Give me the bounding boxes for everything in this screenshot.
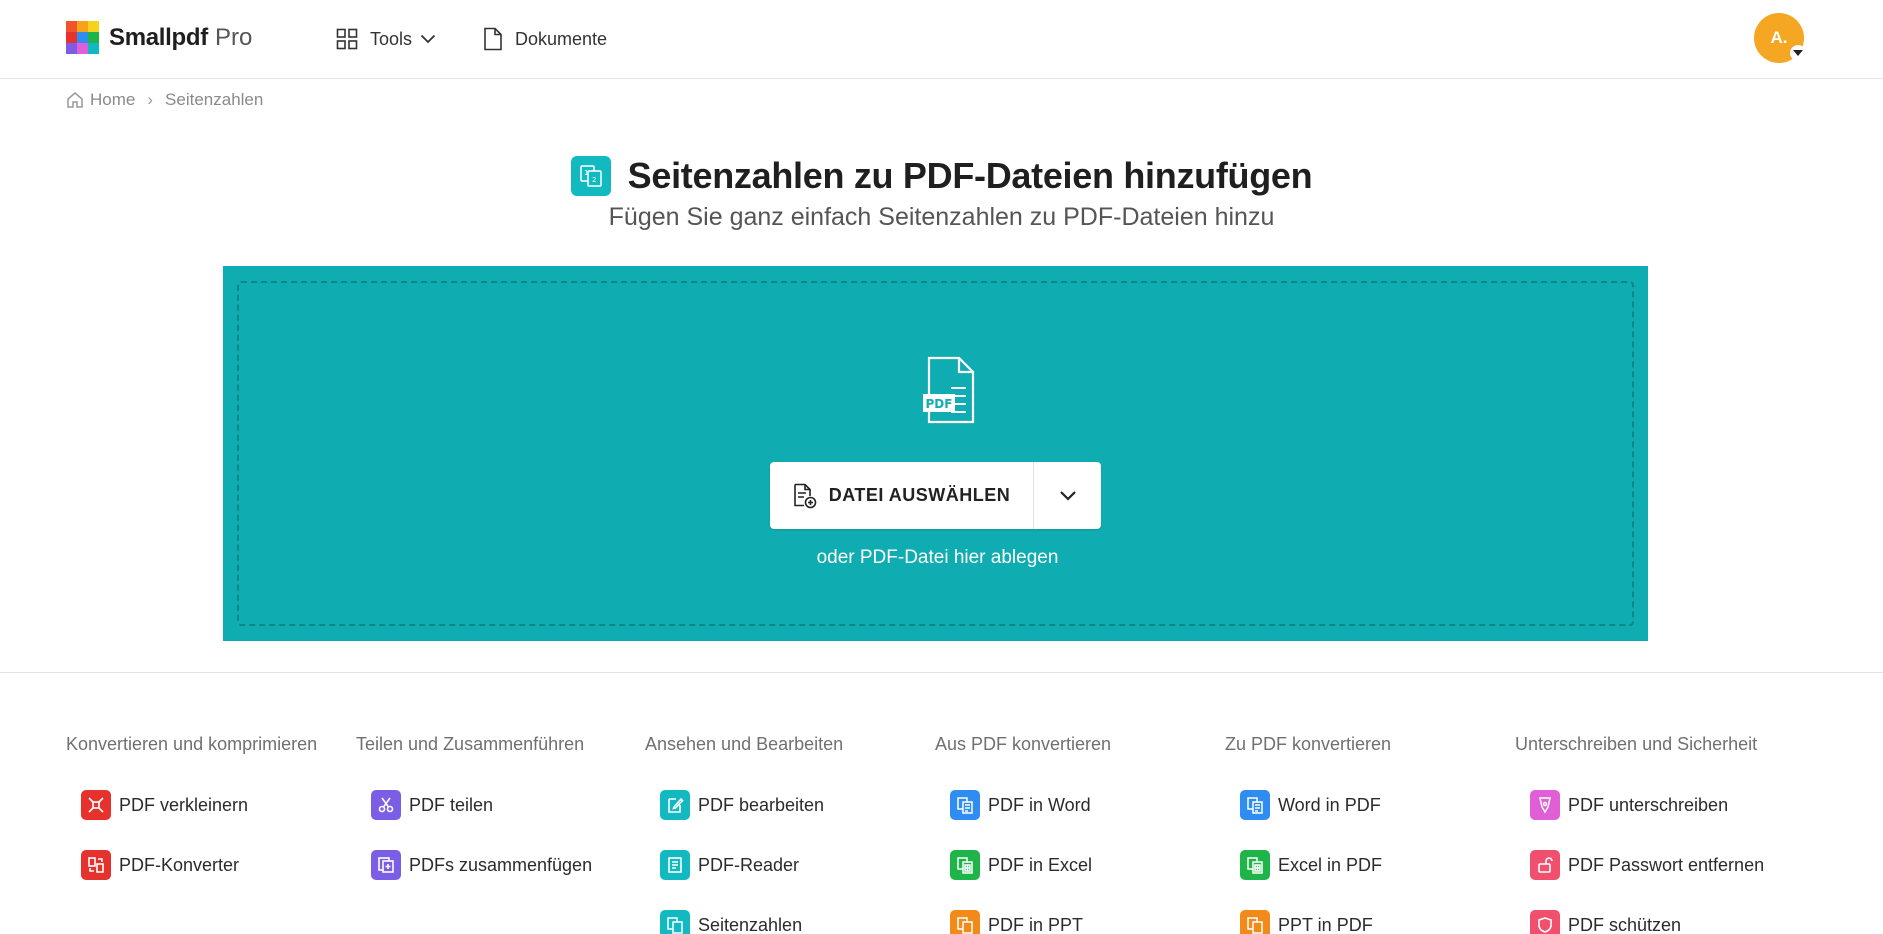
category-title: Aus PDF konvertieren [935,734,1112,754]
logo-name: Smallpdf [109,23,208,51]
tool-label: PDF verkleinern [119,794,249,815]
tool-link-excel-to-pdf[interactable]: Excel in PDF [1240,850,1382,880]
page-title: Seitenzahlen zu PDF-Dateien hinzufügen [627,155,1313,196]
upload-options-dropdown[interactable] [1034,462,1101,529]
tool-label: Word in PDF [1278,794,1381,815]
breadcrumb-home-link[interactable]: Home [90,90,135,110]
tool-link-compress[interactable]: PDF verkleinern [81,790,248,820]
tool-label: PDF-Konverter [119,854,240,875]
logo-icon [66,21,99,54]
document-icon [484,27,502,51]
svg-text:1: 1 [584,169,588,177]
edit-icon [660,790,690,820]
avatar-initials: A. [1770,28,1788,47]
ppt-icon [950,910,980,934]
page-heading: 1 2 Seitenzahlen zu PDF-Dateien hinzufüg… [0,155,1883,197]
svg-text:2: 2 [592,176,596,184]
tool-label: PPT in PDF [1278,914,1373,934]
category-convert-compress: Konvertieren und komprimieren PDF verkle… [66,732,356,880]
compress-icon [81,790,111,820]
tool-label: PDF-Reader [698,854,800,875]
drop-hint-text: oder PDF-Datei hier ablegen [816,547,1059,568]
tool-label: PDF in Word [988,794,1091,815]
category-from-pdf: Aus PDF konvertieren PDF in Word PDF in … [935,732,1225,934]
tool-label: PDF Passwort entfernen [1568,854,1765,875]
word-icon [1240,790,1270,820]
grid-icon [336,28,358,50]
tool-label: Excel in PDF [1278,854,1383,875]
tool-link-protect[interactable]: PDF schützen [1530,910,1681,934]
tool-link-word-to-pdf[interactable]: Word in PDF [1240,790,1381,820]
category-title: Teilen und Zusammenführen [356,734,585,754]
add-file-icon [793,483,817,508]
page-numbers-icon [660,910,690,934]
tool-label: PDF in PPT [988,914,1084,934]
choose-file-button-group: DATEI AUSWÄHLEN [770,462,1101,529]
tool-label: PDF teilen [409,794,494,815]
logo-suffix: Pro [214,23,253,51]
word-icon [950,790,980,820]
documents-link-label: Dokumente [515,28,608,49]
tools-menu-label: Tools [370,28,413,49]
tool-label: PDF unterschreiben [1568,794,1729,815]
tool-label: Seitenzahlen [698,914,803,934]
documents-link[interactable]: Dokumente [483,24,607,54]
breadcrumb-separator: › [147,90,154,109]
tools-menu[interactable]: Tools [336,24,436,54]
choose-file-label: DATEI AUSWÄHLEN [828,485,1011,505]
user-avatar-menu[interactable]: A. [1754,13,1806,63]
category-title: Ansehen und Bearbeiten [645,734,844,754]
reader-icon [660,850,690,880]
tool-label: PDF bearbeiten [698,794,825,815]
convert-icon [81,850,111,880]
tool-label: PDF schützen [1568,914,1682,934]
section-divider [0,672,1883,673]
page-subtitle: Fügen Sie ganz einfach Seitenzahlen zu P… [608,203,1275,231]
excel-icon [950,850,980,880]
tool-link-sign[interactable]: PDF unterschreiben [1530,790,1728,820]
ppt-icon [1240,910,1270,934]
upload-panel: PDF DATEI AUSWÄHLEN oder PDF-Datei hier … [223,266,1648,641]
shield-icon [1530,910,1560,934]
page-numbers-icon: 1 2 [570,156,611,196]
merge-icon [371,850,401,880]
pdf-file-icon: PDF [923,356,975,424]
tool-link-edit[interactable]: PDF bearbeiten [660,790,824,820]
category-sign-security: Unterschreiben und Sicherheit PDF unters… [1515,732,1805,934]
tool-link-reader[interactable]: PDF-Reader [660,850,799,880]
unlock-icon [1530,850,1560,880]
top-navigation-bar: Smallpdf Pro Tools Dokumente A. [0,0,1883,79]
caret-down-icon [1790,45,1806,61]
excel-icon [1240,850,1270,880]
category-view-edit: Ansehen und Bearbeiten PDF bearbeiten PD… [645,732,935,934]
tool-link-pdf-to-excel[interactable]: PDF in Excel [950,850,1092,880]
smallpdf-logo[interactable]: Smallpdf Pro [66,21,252,54]
sign-icon [1530,790,1560,820]
tool-label: PDF in Excel [988,854,1093,875]
tool-link-merge[interactable]: PDFs zusammenfügen [371,850,592,880]
pdf-icon-label: PDF [926,397,953,411]
tool-link-ppt-to-pdf[interactable]: PPT in PDF [1240,910,1373,934]
tool-label: PDFs zusammenfügen [409,854,593,875]
scissors-icon [371,790,401,820]
choose-file-button[interactable]: DATEI AUSWÄHLEN [770,462,1034,529]
tool-link-converter[interactable]: PDF-Konverter [81,850,239,880]
category-title: Zu PDF konvertieren [1225,734,1392,754]
tool-link-unlock[interactable]: PDF Passwort entfernen [1530,850,1764,880]
tool-link-pdf-to-ppt[interactable]: PDF in PPT [950,910,1083,934]
tool-link-split[interactable]: PDF teilen [371,790,493,820]
tool-link-page-numbers[interactable]: Seitenzahlen [660,910,802,934]
file-drop-zone[interactable]: PDF DATEI AUSWÄHLEN oder PDF-Datei hier … [237,281,1634,626]
breadcrumb: Home › Seitenzahlen [66,90,263,110]
category-split-merge: Teilen und Zusammenführen PDF teilen PDF… [356,732,646,880]
chevron-down-icon [1059,491,1076,501]
home-icon [67,92,83,108]
tool-link-pdf-to-word[interactable]: PDF in Word [950,790,1091,820]
chevron-down-icon [420,34,436,44]
category-to-pdf: Zu PDF konvertieren Word in PDF Excel in… [1225,732,1515,934]
category-title: Unterschreiben und Sicherheit [1515,734,1758,754]
breadcrumb-current: Seitenzahlen [165,90,264,109]
category-title: Konvertieren und komprimieren [66,734,318,754]
